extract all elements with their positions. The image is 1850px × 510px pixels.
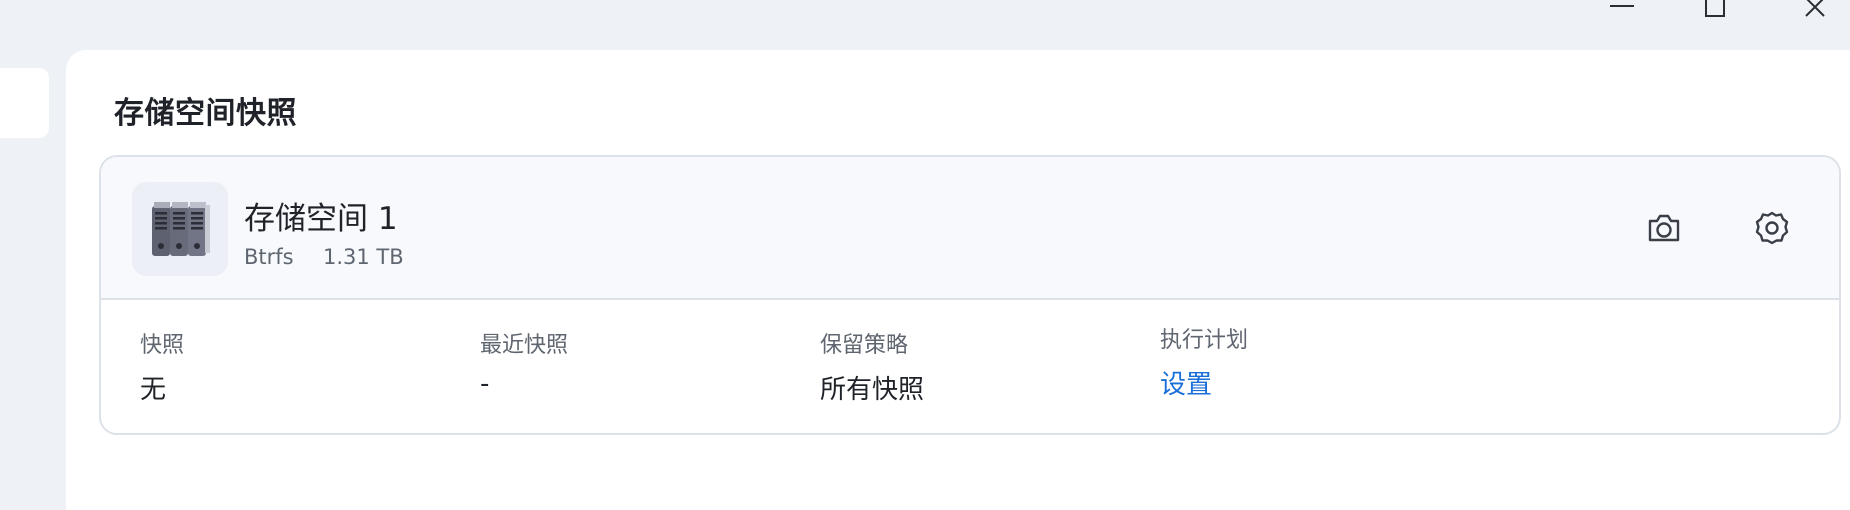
- snapshots-label: 快照: [140, 333, 185, 358]
- main-panel: 存储空间快照 存储空间 1 Btrfs 1.31 TB 快照 无 最近快照 - …: [66, 50, 1850, 510]
- close-icon: [1805, 0, 1825, 17]
- info-schedule: 执行计划 设置: [1160, 322, 1248, 401]
- latest-snapshot-label: 最近快照: [480, 333, 569, 358]
- maximize-icon: [1705, 0, 1725, 17]
- volume-settings-button[interactable]: [1749, 205, 1795, 251]
- maximize-button[interactable]: [1695, 0, 1735, 20]
- camera-icon: [1648, 214, 1680, 242]
- volume-card: 存储空间 1 Btrfs 1.31 TB 快照 无 最近快照 - 保留策略 所有…: [99, 155, 1841, 435]
- take-snapshot-button[interactable]: [1641, 205, 1687, 251]
- volume-card-header: 存储空间 1 Btrfs 1.31 TB: [101, 157, 1839, 300]
- latest-snapshot-value: -: [480, 369, 490, 399]
- minimize-icon: [1610, 5, 1634, 7]
- info-snapshots: 快照 无: [140, 327, 184, 406]
- info-latest-snapshot: 最近快照 -: [480, 327, 568, 399]
- minimize-button[interactable]: [1602, 0, 1642, 20]
- volume-icon-container: [132, 182, 228, 276]
- page-title: 存储空间快照: [114, 96, 297, 131]
- sidebar-panel: [0, 68, 49, 138]
- volume-size: 1.31 TB: [323, 245, 404, 269]
- window-controls: [1600, 0, 1850, 20]
- snapshots-value: 无: [140, 375, 167, 405]
- volume-name: 存储空间 1: [244, 201, 398, 237]
- gear-icon: [1755, 211, 1789, 245]
- schedule-settings-link[interactable]: 设置: [1160, 364, 1248, 401]
- server-icon: [152, 202, 210, 256]
- info-retention-policy: 保留策略 所有快照: [820, 327, 924, 406]
- retention-policy-value: 所有快照: [820, 375, 925, 405]
- schedule-label: 执行计划: [1160, 328, 1249, 353]
- volume-filesystem: Btrfs: [244, 245, 294, 269]
- retention-policy-label: 保留策略: [820, 333, 909, 358]
- close-button[interactable]: [1795, 0, 1835, 20]
